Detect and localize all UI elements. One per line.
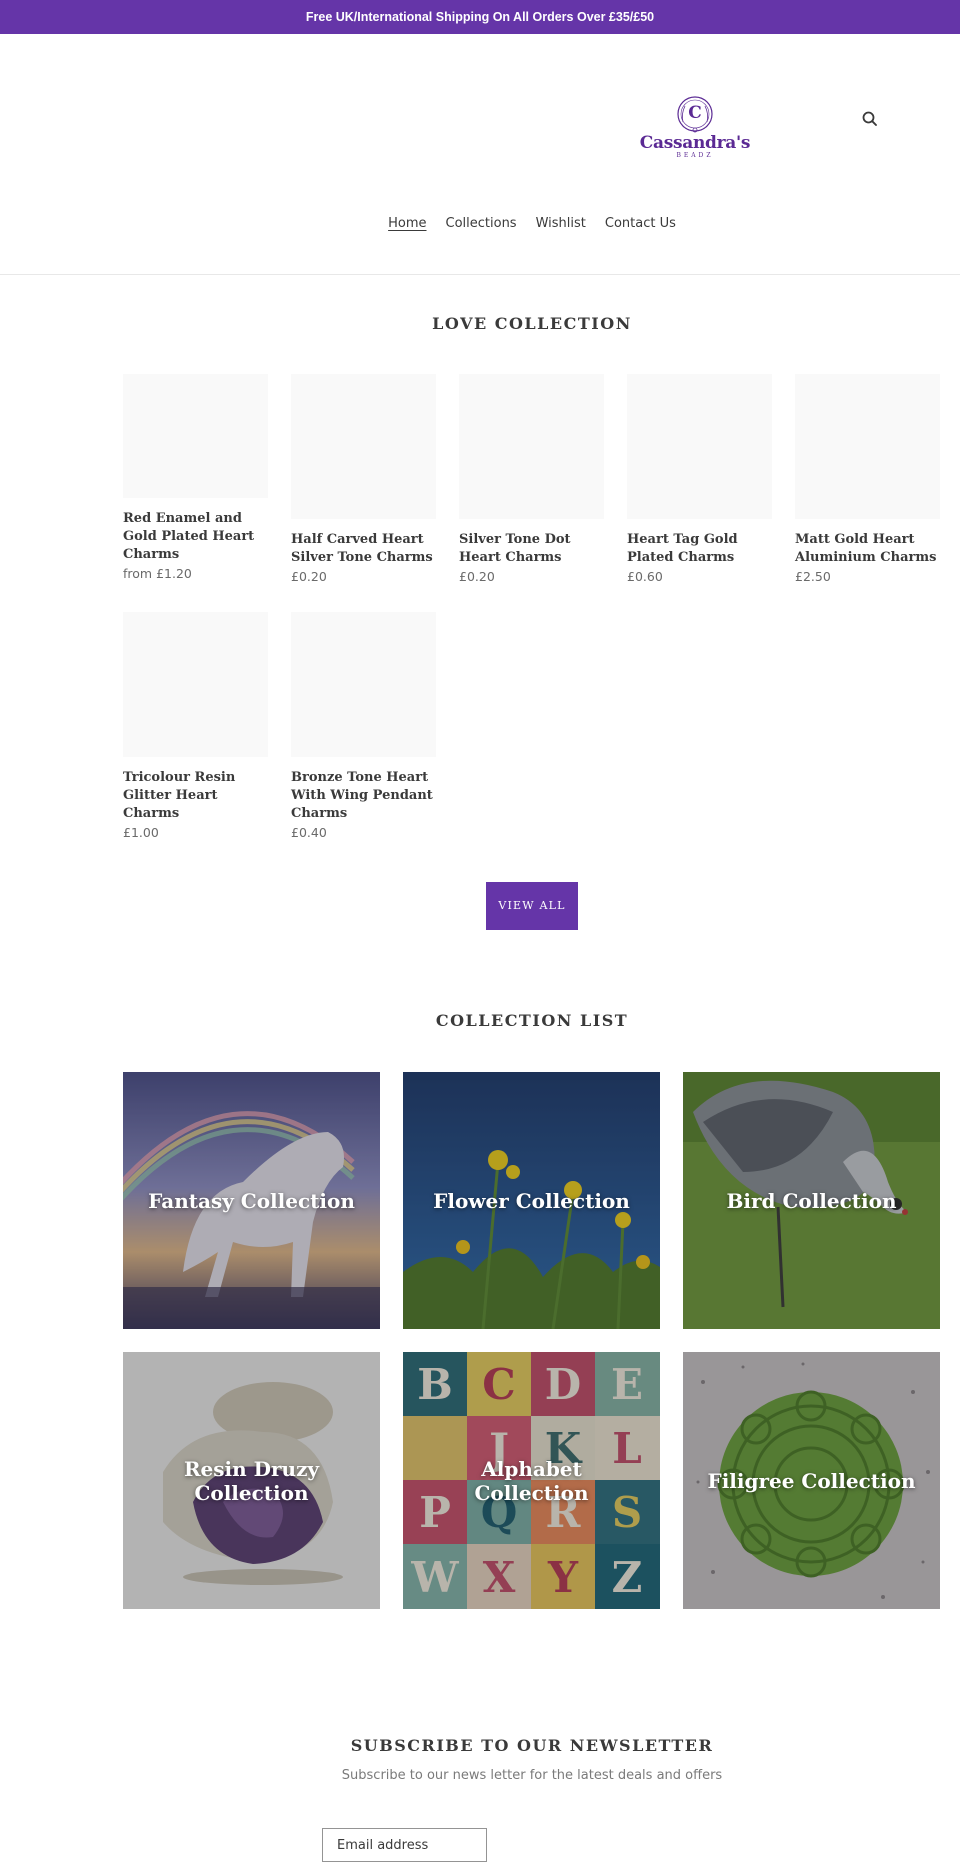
product-card[interactable]: Red Enamel and Gold Plated Heart Charms …: [123, 374, 268, 583]
product-card[interactable]: Tricolour Resin Glitter Heart Charms £1.…: [123, 612, 268, 842]
product-title[interactable]: Tricolour Resin Glitter Heart Charms: [123, 769, 268, 823]
product-price: £2.50: [795, 569, 831, 584]
product-title[interactable]: Silver Tone Dot Heart Charms: [459, 531, 604, 567]
product-price: from £1.20: [123, 566, 192, 581]
collection-card-flower[interactable]: Flower Collection: [403, 1072, 660, 1329]
product-title[interactable]: Red Enamel and Gold Plated Heart Charms: [123, 510, 268, 564]
email-field[interactable]: [322, 1828, 487, 1862]
product-image[interactable]: [123, 374, 268, 498]
product-card[interactable]: Silver Tone Dot Heart Charms £0.20: [459, 374, 604, 586]
product-price: £0.20: [459, 569, 495, 584]
product-card[interactable]: Matt Gold Heart Aluminium Charms £2.50: [795, 374, 940, 586]
announcement-bar: Free UK/International Shipping On All Or…: [0, 0, 960, 34]
product-image[interactable]: [291, 374, 436, 519]
product-title[interactable]: Matt Gold Heart Aluminium Charms: [795, 531, 940, 567]
product-image[interactable]: [795, 374, 940, 519]
collection-label[interactable]: Alphabet Collection: [403, 1352, 660, 1609]
product-image[interactable]: [459, 374, 604, 519]
nav-collections[interactable]: Collections: [446, 216, 517, 231]
announcement-text: Free UK/International Shipping On All Or…: [305, 10, 655, 24]
header-divider: [0, 274, 960, 275]
collection-label[interactable]: Fantasy Collection: [123, 1072, 380, 1329]
product-price: £1.00: [123, 825, 159, 840]
collection-label[interactable]: Bird Collection: [683, 1072, 940, 1329]
logo-subtitle: BEADZ: [676, 152, 714, 159]
product-title[interactable]: Half Carved Heart Silver Tone Charms: [291, 531, 436, 567]
collection-label[interactable]: Filigree Collection: [683, 1352, 940, 1609]
product-image[interactable]: [123, 612, 268, 757]
love-collection-title: LOVE COLLECTION: [432, 314, 632, 333]
newsletter-subtitle: Subscribe to our news letter for the lat…: [341, 1768, 723, 1783]
collection-card-filigree[interactable]: Filigree Collection: [683, 1352, 940, 1609]
store-logo[interactable]: C Cassandra's BEADZ: [639, 94, 751, 164]
product-price: £0.60: [627, 569, 663, 584]
newsletter-title: SUBSCRIBE TO OUR NEWSLETTER: [350, 1736, 714, 1755]
main-nav: Home Collections Wishlist Contact Us: [0, 216, 960, 231]
collection-list-title: COLLECTION LIST: [435, 1011, 629, 1030]
product-card[interactable]: Half Carved Heart Silver Tone Charms £0.…: [291, 374, 436, 586]
collection-card-alphabet[interactable]: BCDE JKL PQRS WXYZ Alphabet Collection: [403, 1352, 660, 1609]
product-title[interactable]: Bronze Tone Heart With Wing Pendant Char…: [291, 769, 436, 823]
collection-label[interactable]: Resin Druzy Collection: [123, 1352, 380, 1609]
nav-home[interactable]: Home: [388, 216, 426, 231]
logo-name: Cassandra's: [639, 133, 751, 153]
collection-card-bird[interactable]: Bird Collection: [683, 1072, 940, 1329]
product-card[interactable]: Bronze Tone Heart With Wing Pendant Char…: [291, 612, 436, 842]
search-icon[interactable]: [861, 110, 879, 128]
view-all-button[interactable]: VIEW ALL: [486, 882, 578, 930]
logo-c-icon: C: [677, 96, 713, 133]
svg-text:C: C: [688, 103, 702, 123]
collection-card-resin-druzy[interactable]: Resin Druzy Collection: [123, 1352, 380, 1609]
nav-wishlist[interactable]: Wishlist: [536, 216, 586, 231]
product-image[interactable]: [291, 612, 436, 757]
collection-label[interactable]: Flower Collection: [403, 1072, 660, 1329]
product-image[interactable]: [627, 374, 772, 519]
product-price: £0.20: [291, 569, 327, 584]
nav-contact-us[interactable]: Contact Us: [605, 216, 676, 231]
product-card[interactable]: Heart Tag Gold Plated Charms £0.60: [627, 374, 772, 586]
collection-card-fantasy[interactable]: Fantasy Collection: [123, 1072, 380, 1329]
product-title[interactable]: Heart Tag Gold Plated Charms: [627, 531, 772, 567]
product-price: £0.40: [291, 825, 327, 840]
